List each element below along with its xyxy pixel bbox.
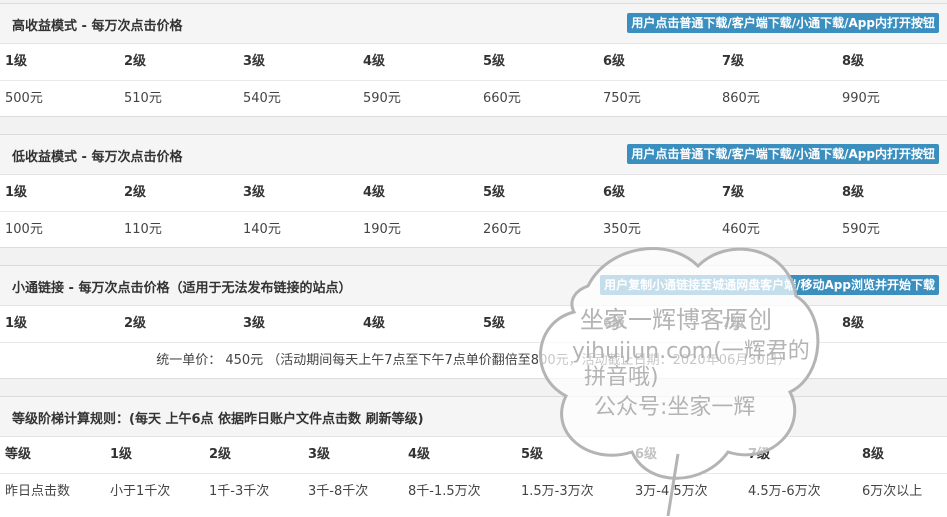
high-yield-title: 高收益模式 - 每万次点击价格: [12, 19, 183, 34]
level-6: 6级: [603, 54, 626, 69]
level-6: 6级: [603, 316, 626, 331]
price-2: 510元: [124, 91, 162, 106]
ladder-value-3: 3千-8千次: [308, 484, 369, 499]
ladder-value-row: 昨日点击数 小于1千次 1千-3千次 3千-8千次 8千-1.5万次 1.5万-…: [0, 474, 947, 510]
low-yield-header: 低收益模式 - 每万次点击价格 用户点击普通下载/客户端下载/小通下载/App内…: [0, 135, 947, 175]
ladder-level-2: 2级: [209, 447, 232, 462]
price-7: 860元: [722, 91, 760, 106]
price-6: 350元: [603, 222, 641, 237]
ladder-level-row: 等级 1级 2级 3级 4级 5级 6级 7级 8级: [0, 437, 947, 474]
level-1: 1级: [5, 185, 28, 200]
price-7: 460元: [722, 222, 760, 237]
low-yield-panel: 低收益模式 - 每万次点击价格 用户点击普通下载/客户端下载/小通下载/App内…: [0, 134, 947, 248]
xiaotong-copy-button[interactable]: 用户复制小通链接至城通网盘客户端/移动App浏览并开始下载: [600, 275, 939, 295]
level-3: 3级: [243, 316, 266, 331]
ladder-value-label: 昨日点击数: [5, 484, 71, 499]
low-yield-price-row: 100元 110元 140元 190元 260元 350元 460元 590元: [0, 212, 947, 248]
level-8: 8级: [842, 316, 865, 331]
level-7: 7级: [722, 316, 745, 331]
price-1: 500元: [5, 91, 43, 106]
low-yield-download-button[interactable]: 用户点击普通下载/客户端下载/小通下载/App内打开按钮: [627, 144, 939, 164]
level-7: 7级: [722, 54, 745, 69]
level-4: 4级: [363, 316, 386, 331]
ladder-value-2: 1千-3千次: [209, 484, 270, 499]
low-yield-title: 低收益模式 - 每万次点击价格: [12, 150, 183, 165]
ladder-title: 等级阶梯计算规则：(每天 上午6点 依据昨日账户文件点击数 刷新等级): [12, 412, 424, 427]
xiaotong-header: 小通链接 - 每万次点击价格（适用于无法发布链接的站点） 用户复制小通链接至城通…: [0, 266, 947, 306]
level-5: 5级: [483, 185, 506, 200]
ladder-header-label: 等级: [5, 447, 32, 462]
ladder-value-7: 4.5万-6万次: [748, 484, 821, 499]
price-6: 750元: [603, 91, 641, 106]
price-3: 140元: [243, 222, 281, 237]
ladder-value-8: 6万次以上: [862, 484, 923, 499]
level-8: 8级: [842, 185, 865, 200]
level-8: 8级: [842, 54, 865, 69]
ladder-value-4: 8千-1.5万次: [408, 484, 481, 499]
level-7: 7级: [722, 185, 745, 200]
level-4: 4级: [363, 54, 386, 69]
high-yield-panel: 高收益模式 - 每万次点击价格 用户点击普通下载/客户端下载/小通下载/App内…: [0, 3, 947, 117]
price-8: 990元: [842, 91, 880, 106]
ladder-level-7: 7级: [748, 447, 771, 462]
level-5: 5级: [483, 316, 506, 331]
price-1: 100元: [5, 222, 43, 237]
price-2: 110元: [124, 222, 162, 237]
ladder-level-3: 3级: [308, 447, 331, 462]
level-4: 4级: [363, 185, 386, 200]
ladder-value-6: 3万-4.5万次: [635, 484, 708, 499]
low-yield-level-row: 1级 2级 3级 4级 5级 6级 7级 8级: [0, 175, 947, 212]
level-2: 2级: [124, 316, 147, 331]
ladder-level-5: 5级: [521, 447, 544, 462]
xiaotong-level-row: 1级 2级 3级 4级 5级 6级 7级 8级: [0, 306, 947, 343]
ladder-level-8: 8级: [862, 447, 885, 462]
ladder-level-4: 4级: [408, 447, 431, 462]
level-5: 5级: [483, 54, 506, 69]
ladder-value-5: 1.5万-3万次: [521, 484, 594, 499]
ladder-level-1: 1级: [110, 447, 133, 462]
ladder-panel: 等级阶梯计算规则：(每天 上午6点 依据昨日账户文件点击数 刷新等级) 等级 1…: [0, 396, 947, 517]
price-4: 190元: [363, 222, 401, 237]
level-3: 3级: [243, 185, 266, 200]
xiaotong-note-row: 统一单价： 450元 （活动期间每天上午7点至下午7点单价翻倍至800元，活动截…: [0, 343, 947, 379]
high-yield-level-row: 1级 2级 3级 4级 5级 6级 7级 8级: [0, 44, 947, 81]
xiaotong-panel: 小通链接 - 每万次点击价格（适用于无法发布链接的站点） 用户复制小通链接至城通…: [0, 265, 947, 379]
high-yield-price-row: 500元 510元 540元 590元 660元 750元 860元 990元: [0, 81, 947, 117]
level-3: 3级: [243, 54, 266, 69]
high-yield-header: 高收益模式 - 每万次点击价格 用户点击普通下载/客户端下载/小通下载/App内…: [0, 4, 947, 44]
level-1: 1级: [5, 54, 28, 69]
price-8: 590元: [842, 222, 880, 237]
level-6: 6级: [603, 185, 626, 200]
level-2: 2级: [124, 54, 147, 69]
price-5: 660元: [483, 91, 521, 106]
xiaotong-title: 小通链接 - 每万次点击价格（适用于无法发布链接的站点）: [12, 281, 352, 296]
level-1: 1级: [5, 316, 28, 331]
unified-price-note: 统一单价： 450元 （活动期间每天上午7点至下午7点单价翻倍至800元，活动截…: [156, 353, 791, 368]
ladder-header: 等级阶梯计算规则：(每天 上午6点 依据昨日账户文件点击数 刷新等级): [0, 397, 947, 437]
high-yield-download-button[interactable]: 用户点击普通下载/客户端下载/小通下载/App内打开按钮: [627, 13, 939, 33]
level-2: 2级: [124, 185, 147, 200]
price-5: 260元: [483, 222, 521, 237]
price-4: 590元: [363, 91, 401, 106]
price-3: 540元: [243, 91, 281, 106]
ladder-value-1: 小于1千次: [110, 484, 171, 499]
ladder-level-6: 6级: [635, 447, 658, 462]
